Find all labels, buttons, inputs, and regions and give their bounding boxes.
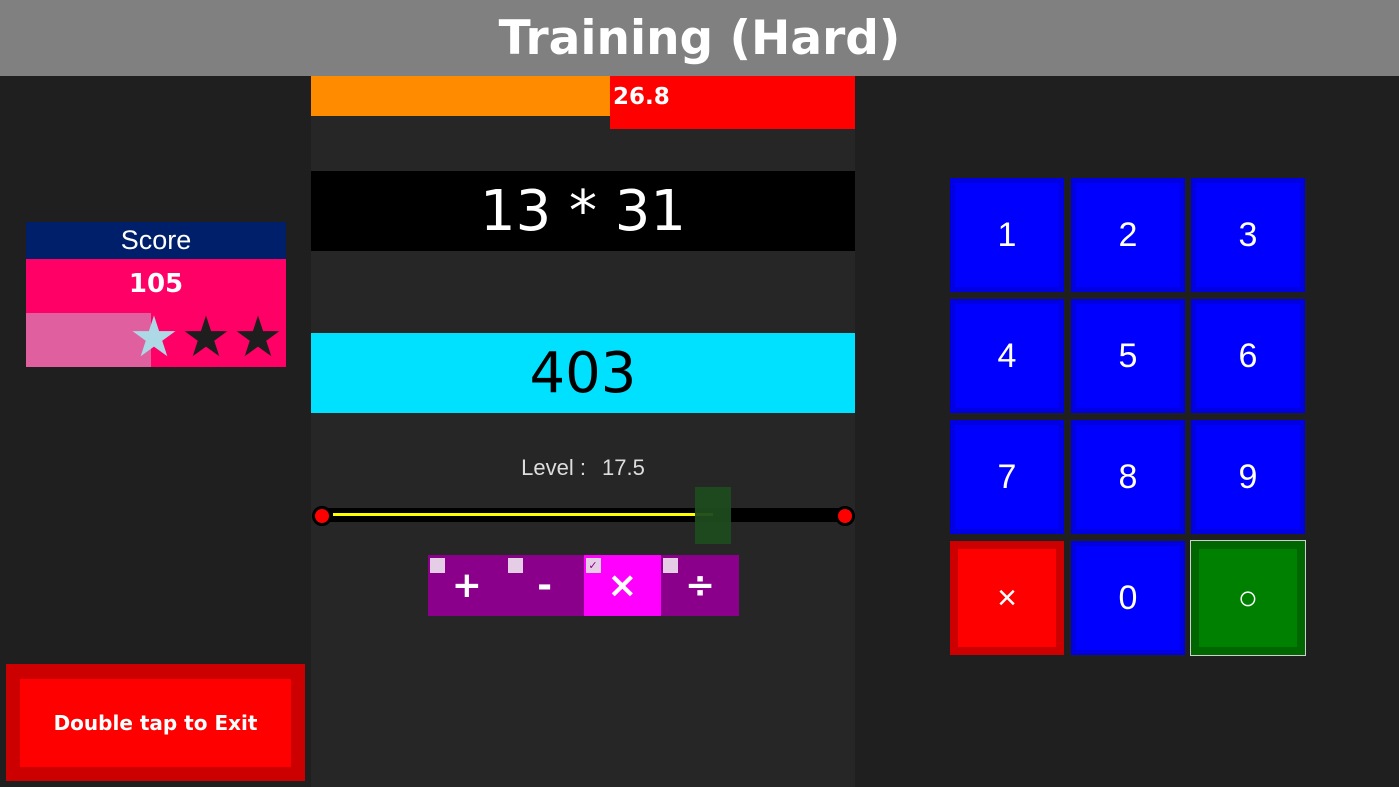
star-icon: ★ [180,305,232,370]
level-label: Level : [521,455,586,480]
op-multiply-symbol: × [607,565,638,606]
score-label: Score [120,225,192,255]
answer-text: 403 [529,340,637,406]
key-5[interactable]: 5 [1071,299,1185,413]
op-subtract-checkbox[interactable] [507,558,523,573]
star-icon: ★ [232,305,284,370]
op-multiply-toggle[interactable]: ✓ × [583,555,662,616]
key-4[interactable]: 4 [950,299,1064,413]
score-value: 105 [128,269,184,299]
answer-display: 403 [311,333,855,413]
slider-max-dot [835,506,855,526]
question-display: 13 * 31 [311,171,855,251]
timer-bar-elapsed [311,76,610,116]
key-1[interactable]: 1 [950,178,1064,292]
op-add-toggle[interactable]: + [428,555,506,616]
op-subtract-symbol: - [537,565,553,606]
level-slider-fill [333,513,713,516]
key-8[interactable]: 8 [1071,420,1185,534]
submit-key[interactable]: ○ [1190,540,1306,656]
question-text: 13 * 31 [479,178,687,244]
key-7[interactable]: 7 [950,420,1064,534]
op-add-symbol: + [451,565,482,606]
op-multiply-checkbox[interactable]: ✓ [585,558,601,573]
key-9[interactable]: 9 [1191,420,1305,534]
level-indicator: Level : 17.5 [311,455,855,481]
op-divide-symbol: ÷ [685,565,716,606]
level-value: 17.5 [602,455,645,480]
slider-min-dot [312,506,332,526]
timer-value: 26.8 [613,84,670,110]
star-rating: ★ ★ ★ [128,308,284,368]
operation-toggles: + - ✓ × ÷ [428,555,739,616]
key-3[interactable]: 3 [1191,178,1305,292]
score-header: Score [26,222,286,259]
op-divide-toggle[interactable]: ÷ [661,555,739,616]
key-6[interactable]: 6 [1191,299,1305,413]
page-title: Training (Hard) [498,10,901,66]
key-0[interactable]: 0 [1071,541,1185,655]
key-2[interactable]: 2 [1071,178,1185,292]
clear-key[interactable]: × [950,541,1064,655]
exit-button-label[interactable]: Double tap to Exit [20,679,291,767]
op-add-checkbox[interactable] [430,558,445,573]
title-bar: Training (Hard) [0,0,1399,76]
op-divide-checkbox[interactable] [663,558,679,573]
op-subtract-toggle[interactable]: - [505,555,584,616]
star-icon: ★ [128,305,180,370]
level-slider-thumb[interactable] [695,487,731,544]
